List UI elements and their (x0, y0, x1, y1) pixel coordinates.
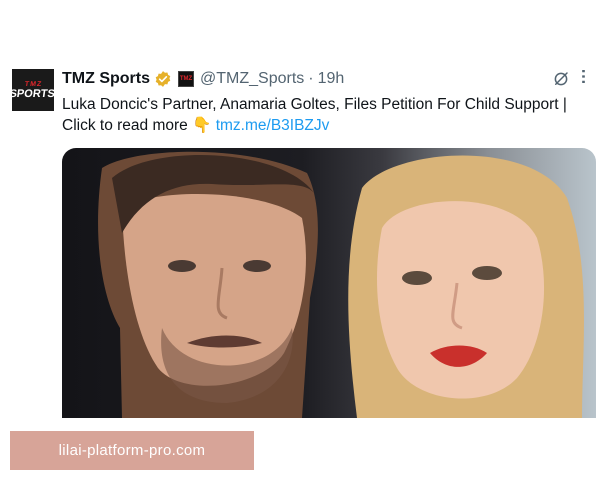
pointing-down-emoji: 👇 (192, 117, 212, 134)
author-name[interactable]: TMZ Sports (62, 70, 150, 88)
tweet-card[interactable]: TMZ SPORTS TMZ Sports TMZ @TMZ_Sports · … (10, 60, 596, 420)
tweet-text: Luka Doncic's Partner, Anamaria Goltes, … (62, 94, 587, 136)
watermark-text: lilai-platform-pro.com (58, 442, 206, 459)
tweet-header: TMZ Sports TMZ @TMZ_Sports · 19h (62, 68, 584, 90)
more-options-icon[interactable]: ⋯ (574, 69, 594, 86)
watermark-banner: lilai-platform-pro.com (10, 431, 254, 470)
tweet-media-image[interactable] (62, 148, 596, 418)
verified-badge-icon[interactable] (154, 70, 172, 88)
tweet-link[interactable]: tmz.me/B3IBZJv (216, 117, 330, 134)
author-handle[interactable]: @TMZ_Sports (200, 70, 304, 88)
separator-dot: · (308, 70, 314, 87)
tweet-time[interactable]: 19h (318, 70, 345, 88)
grok-icon[interactable] (552, 70, 570, 88)
tmz-sports-avatar[interactable]: TMZ SPORTS (12, 69, 54, 111)
avatar-logo-line-2: SPORTS (12, 87, 54, 100)
media-photo (98, 151, 584, 418)
tmz-sports-logo: TMZ SPORTS (12, 81, 54, 100)
tmz-affiliate-badge-icon[interactable]: TMZ (178, 71, 194, 87)
